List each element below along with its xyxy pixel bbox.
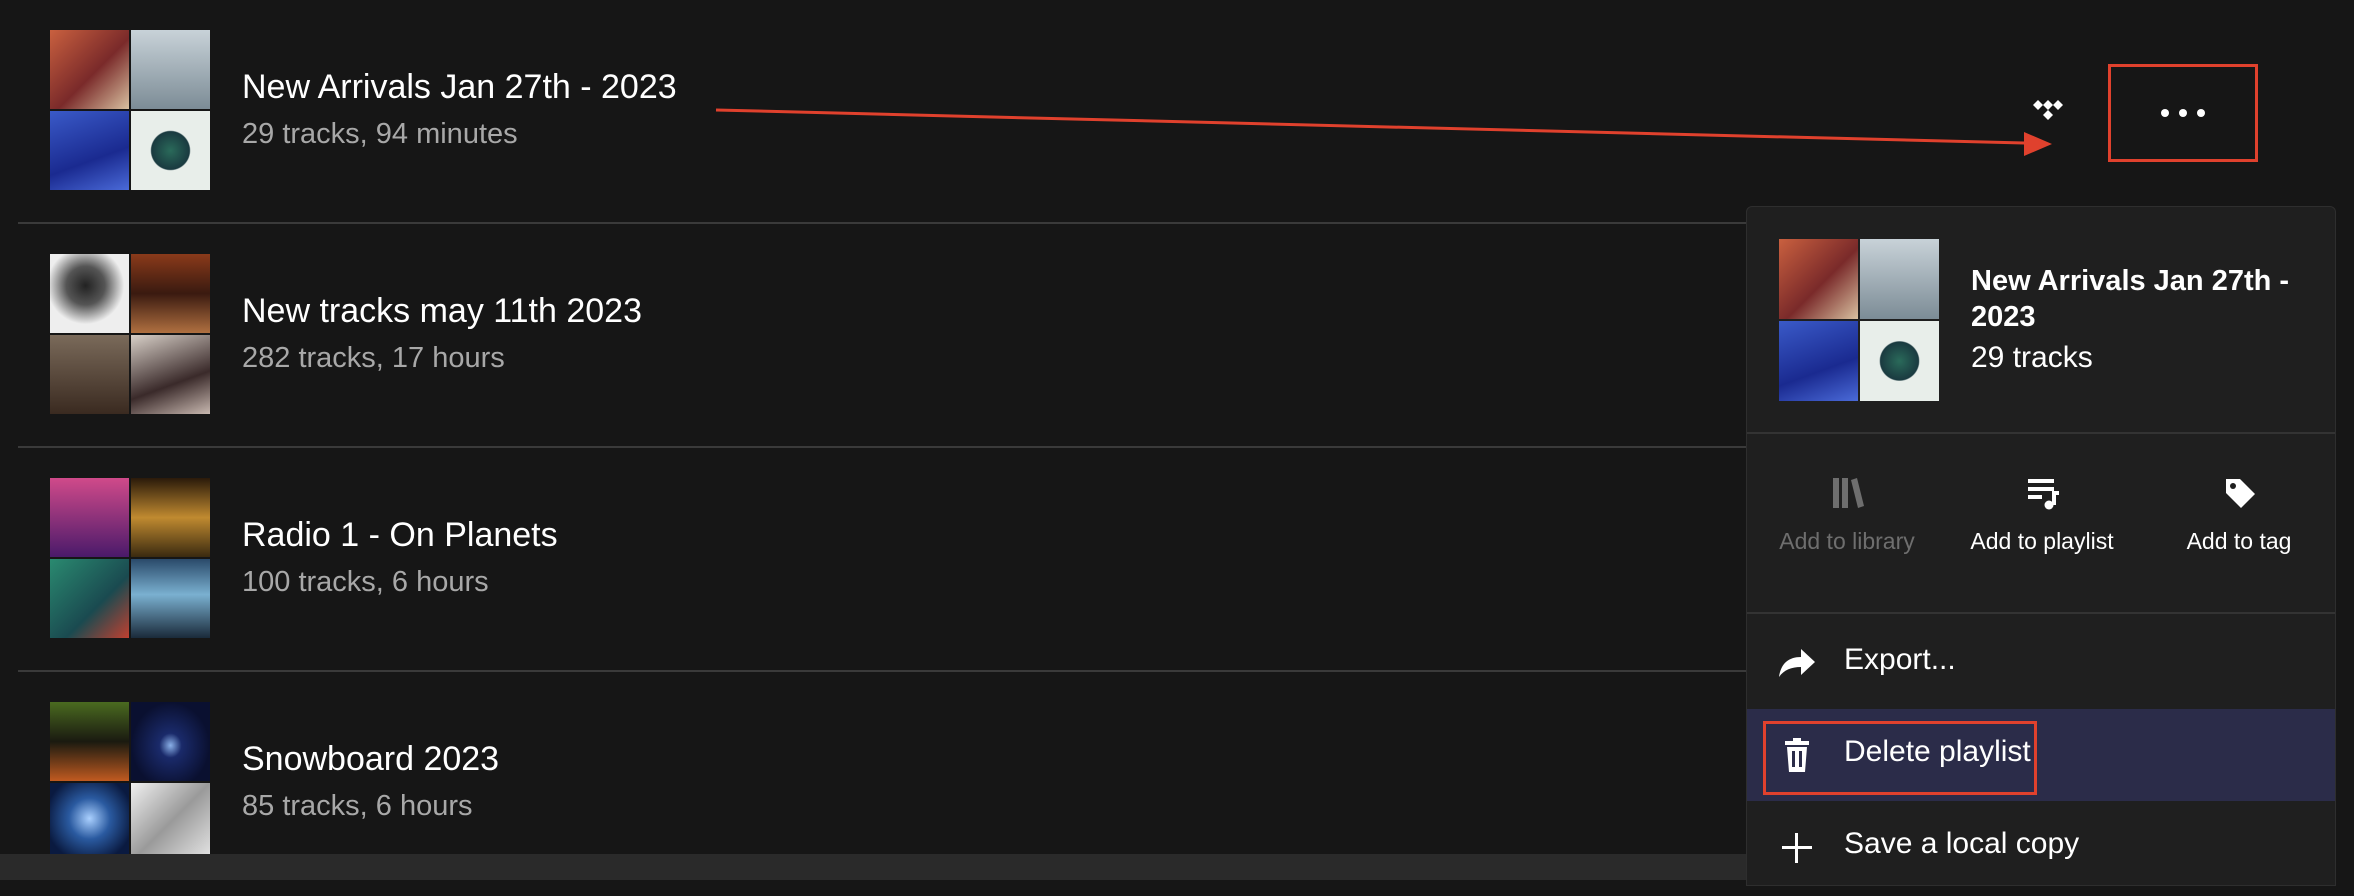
trash-icon — [1785, 738, 1809, 772]
playlist-cover — [50, 254, 210, 414]
add-to-tag-button[interactable]: Add to tag — [2139, 434, 2339, 612]
save-local-copy-menu-item[interactable]: Save a local copy — [1747, 801, 2335, 893]
playlist-row[interactable]: New Arrivals Jan 27th - 2023 29 tracks, … — [18, 0, 1748, 224]
library-icon — [1833, 478, 1864, 508]
more-options-icon — [2161, 109, 2205, 117]
playlist-meta: 100 tracks, 6 hours — [242, 566, 489, 598]
playlist-meta: 282 tracks, 17 hours — [242, 342, 505, 374]
playlist-title: New Arrivals Jan 27th - 2023 — [242, 68, 677, 106]
playlist-meta: 85 tracks, 6 hours — [242, 790, 473, 822]
cover-tile — [131, 30, 210, 109]
playlist-cover — [50, 478, 210, 638]
menu-subtitle: 29 tracks — [1971, 341, 2093, 374]
menu-title: New Arrivals Jan 27th - 2023 — [1971, 265, 2290, 333]
tidal-icon — [2032, 96, 2072, 128]
cover-tile — [50, 254, 129, 333]
cover-tile — [50, 478, 129, 557]
cover-tile — [131, 702, 210, 781]
playlist-row[interactable]: Radio 1 - On Planets 100 tracks, 6 hours — [18, 448, 1748, 672]
cover-tile — [131, 335, 210, 414]
playlist-title: Radio 1 - On Planets — [242, 516, 558, 554]
cover-tile — [1779, 239, 1858, 319]
menu-item-label: Delete playlist — [1844, 735, 2031, 768]
playlist-title: New tracks may 11th 2023 — [242, 292, 642, 330]
more-options-button[interactable] — [2108, 64, 2258, 162]
cover-tile — [50, 783, 129, 862]
cover-tile — [131, 111, 210, 190]
cover-tile — [1860, 321, 1939, 401]
cover-tile — [131, 254, 210, 333]
share-arrow-icon — [1779, 649, 1815, 677]
cover-tile — [1779, 321, 1858, 401]
cover-tile — [50, 335, 129, 414]
delete-playlist-menu-item[interactable]: Delete playlist — [1747, 709, 2335, 801]
action-label: Add to playlist — [1970, 528, 2114, 554]
cover-tile — [131, 478, 210, 557]
cover-tile — [50, 559, 129, 638]
action-label: Add to tag — [2186, 528, 2292, 554]
plus-icon — [1782, 833, 1812, 863]
cover-tile — [50, 702, 129, 781]
cover-tile — [131, 783, 210, 862]
menu-item-label: Save a local copy — [1844, 827, 2080, 860]
menu-item-label: Export... — [1844, 643, 1956, 676]
tag-icon — [2226, 479, 2255, 508]
cover-tile — [50, 111, 129, 190]
cover-tile — [50, 30, 129, 109]
list-bottom-edge — [0, 854, 1748, 880]
action-label: Add to library — [1779, 528, 1915, 554]
add-to-library-button[interactable]: Add to library — [1747, 434, 1947, 612]
playlist-meta: 29 tracks, 94 minutes — [242, 118, 518, 150]
menu-cover — [1779, 239, 1939, 401]
cover-tile — [131, 559, 210, 638]
playlist-cover — [50, 30, 210, 190]
add-to-playlist-icon — [2028, 479, 2059, 510]
playlist-row[interactable]: New tracks may 11th 2023 282 tracks, 17 … — [18, 224, 1748, 448]
add-to-playlist-button[interactable]: Add to playlist — [1942, 434, 2142, 612]
playlist-context-menu: New Arrivals Jan 27th - 2023 29 tracks A… — [1746, 206, 2336, 886]
export-menu-item[interactable]: Export... — [1747, 617, 2335, 709]
cover-tile — [1860, 239, 1939, 319]
playlist-title: Snowboard 2023 — [242, 740, 500, 778]
playlist-cover — [50, 702, 210, 862]
menu-actions: Add to library Add to playlist Add to ta… — [1747, 434, 2335, 614]
menu-header: New Arrivals Jan 27th - 2023 29 tracks — [1747, 207, 2335, 434]
